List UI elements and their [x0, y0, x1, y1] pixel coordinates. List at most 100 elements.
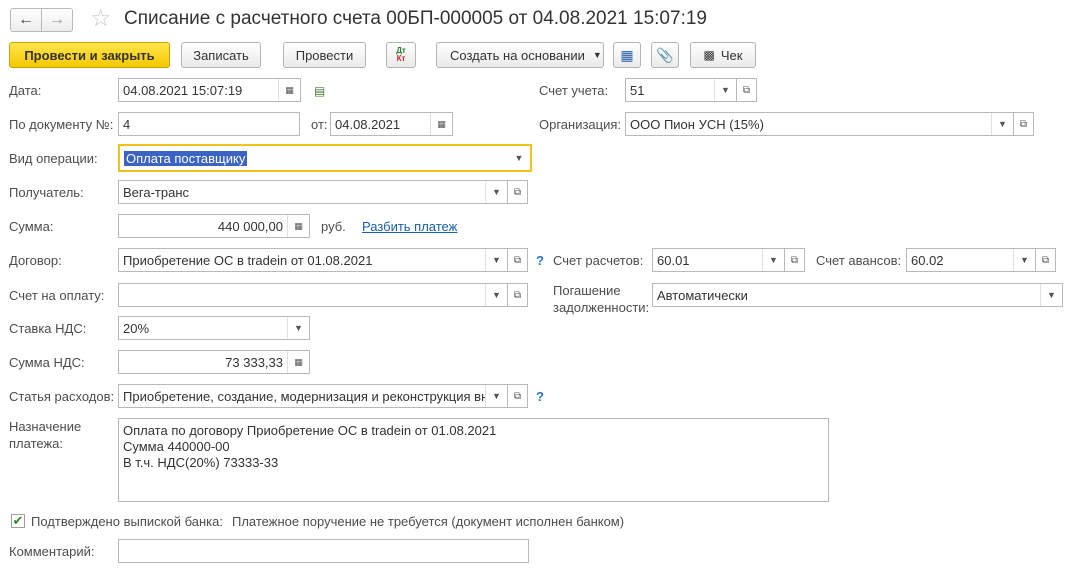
sum-label: Сумма: — [9, 219, 54, 234]
settlement-account-value: 60.01 — [657, 252, 690, 268]
operation-type-label: Вид операции: — [9, 151, 98, 166]
chevron-down-icon[interactable]: ▼ — [287, 317, 309, 339]
date-value: 04.08.2021 15:07:19 — [123, 82, 243, 98]
account-field[interactable]: 51 ▼ — [625, 78, 737, 102]
purpose-line: Оплата по договору Приобретение ОС в tra… — [123, 423, 497, 438]
recipient-field[interactable]: Вега-транс ▼ — [118, 180, 508, 204]
expense-item-value: Приобретение, создание, модернизация и р… — [123, 388, 485, 404]
from-label: от: — [311, 117, 328, 132]
recipient-value: Вега-транс — [123, 184, 190, 200]
calendar-icon[interactable]: ▦ — [430, 113, 452, 135]
organization-label: Организация: — [539, 117, 622, 132]
open-icon[interactable]: ⧉ — [508, 180, 528, 204]
forward-button[interactable]: → — [41, 8, 73, 32]
bank-note: Платежное поручение не требуется (докуме… — [232, 514, 625, 529]
chevron-down-icon[interactable]: ▼ — [485, 181, 507, 203]
open-icon[interactable]: ⧉ — [508, 248, 528, 272]
vat-rate-label: Ставка НДС: — [9, 321, 87, 336]
account-label: Счет учета: — [539, 83, 609, 98]
dt-kt-icon: Дт Кт — [396, 46, 406, 63]
open-icon[interactable]: ⧉ — [1014, 112, 1034, 136]
open-icon[interactable]: ⧉ — [737, 78, 757, 102]
bank-confirmed-checkbox[interactable]: ✔ — [11, 514, 25, 528]
contract-label: Договор: — [9, 253, 62, 268]
help-icon[interactable]: ? — [536, 253, 544, 268]
calculator-icon[interactable]: ▦ — [287, 215, 309, 237]
repayment-label-line1: Погашение — [553, 283, 621, 298]
operation-type-field[interactable]: Оплата поставщику ▼ — [118, 144, 532, 172]
purpose-line: Сумма 440000-00 — [123, 439, 230, 454]
open-icon[interactable]: ⧉ — [508, 283, 528, 307]
printer-icon: ▩ — [703, 48, 715, 62]
help-icon[interactable]: ? — [536, 389, 544, 404]
check-button[interactable]: ▩ Чек — [690, 42, 756, 68]
chevron-down-icon[interactable]: ▼ — [991, 113, 1013, 135]
doc-number-value: 4 — [123, 116, 131, 132]
payment-purpose-textarea[interactable]: Оплата по договору Приобретение ОС в tra… — [118, 418, 829, 502]
settlement-account-field[interactable]: 60.01 ▼ — [652, 248, 785, 272]
chevron-down-icon[interactable]: ▼ — [1013, 249, 1035, 271]
check-label: Чек — [720, 47, 743, 63]
purpose-label-line1: Назначение — [9, 419, 82, 434]
vat-rate-value: 20% — [123, 320, 150, 336]
dt-kt-button[interactable]: Дт Кт — [386, 42, 416, 68]
back-button[interactable]: ← — [10, 8, 42, 32]
repayment-field[interactable]: Автоматически ▼ — [652, 283, 1063, 307]
organization-value: ООО Пион УСН (15%) — [630, 116, 764, 132]
invoice-label: Счет на оплату: — [9, 288, 105, 303]
repayment-label-line2: задолженности: — [553, 300, 650, 315]
organization-field[interactable]: ООО Пион УСН (15%) ▼ — [625, 112, 1014, 136]
structure-icon: ▦ — [620, 46, 634, 63]
open-icon[interactable]: ⧉ — [508, 384, 528, 408]
invoice-field[interactable]: ▼ — [118, 283, 508, 307]
vat-sum-label: Сумма НДС: — [9, 355, 85, 370]
chevron-down-icon[interactable]: ▼ — [714, 79, 736, 101]
expense-item-label: Статья расходов: — [9, 389, 115, 404]
operation-type-value: Оплата поставщику — [124, 150, 248, 166]
open-icon[interactable]: ⧉ — [1036, 248, 1056, 272]
paperclip-icon: 📎 — [656, 46, 674, 63]
chevron-down-icon[interactable]: ▼ — [485, 249, 507, 271]
vat-sum-field[interactable]: 73 333,33 ▦ — [118, 350, 310, 374]
comment-field[interactable] — [118, 539, 529, 563]
star-icon[interactable]: ☆ — [90, 5, 112, 33]
sum-field[interactable]: 440 000,00 ▦ — [118, 214, 310, 238]
arrow-left-icon: ← — [18, 11, 34, 28]
currency-label: руб. — [321, 219, 346, 234]
attach-button[interactable]: 📎 — [651, 42, 679, 68]
expense-item-field[interactable]: Приобретение, создание, модернизация и р… — [118, 384, 508, 408]
chevron-down-icon[interactable]: ▼ — [485, 284, 507, 306]
vat-sum-value: 73 333,33 — [225, 354, 283, 370]
chevron-down-icon[interactable]: ▼ — [1040, 284, 1062, 306]
comment-label: Комментарий: — [9, 544, 95, 559]
page-title: Списание с расчетного счета 00БП-000005 … — [124, 8, 707, 29]
calculator-icon[interactable]: ▦ — [287, 351, 309, 373]
purpose-line: В т.ч. НДС(20%) 73333-33 — [123, 455, 279, 470]
chevron-down-icon[interactable]: ▼ — [508, 146, 530, 170]
open-icon[interactable]: ⧉ — [785, 248, 805, 272]
create-based-label: Создать на основании — [450, 47, 585, 63]
sum-value: 440 000,00 — [217, 218, 283, 234]
advance-account-field[interactable]: 60.02 ▼ — [906, 248, 1036, 272]
purpose-label-line2: платежа: — [9, 436, 63, 451]
post-and-close-button[interactable]: Провести и закрыть — [9, 42, 170, 68]
doc-number-field[interactable]: 4 — [118, 112, 300, 136]
edit-history-icon[interactable]: ▤ — [314, 84, 325, 98]
settlement-account-label: Счет расчетов: — [553, 253, 644, 268]
vat-rate-field[interactable]: 20% ▼ — [118, 316, 310, 340]
date-field[interactable]: 04.08.2021 15:07:19 ▦ — [118, 78, 301, 102]
save-button[interactable]: Записать — [181, 42, 261, 68]
split-payment-link[interactable]: Разбить платеж — [362, 219, 457, 234]
chevron-down-icon[interactable]: ▼ — [485, 385, 507, 407]
post-button[interactable]: Провести — [283, 42, 366, 68]
structure-button[interactable]: ▦ — [613, 42, 641, 68]
doc-date-field[interactable]: 04.08.2021 ▦ — [330, 112, 453, 136]
create-based-on-button[interactable]: Создать на основании ▼ — [436, 42, 604, 68]
contract-value: Приобретение ОС в tradein от 01.08.2021 — [123, 252, 373, 268]
doc-number-label: По документу №: — [9, 117, 114, 132]
bank-confirmed-label: Подтверждено выпиской банка: — [31, 514, 223, 529]
calendar-icon[interactable]: ▦ — [278, 79, 300, 101]
contract-field[interactable]: Приобретение ОС в tradein от 01.08.2021 … — [118, 248, 508, 272]
chevron-down-icon[interactable]: ▼ — [762, 249, 784, 271]
repayment-value: Автоматически — [657, 287, 748, 303]
